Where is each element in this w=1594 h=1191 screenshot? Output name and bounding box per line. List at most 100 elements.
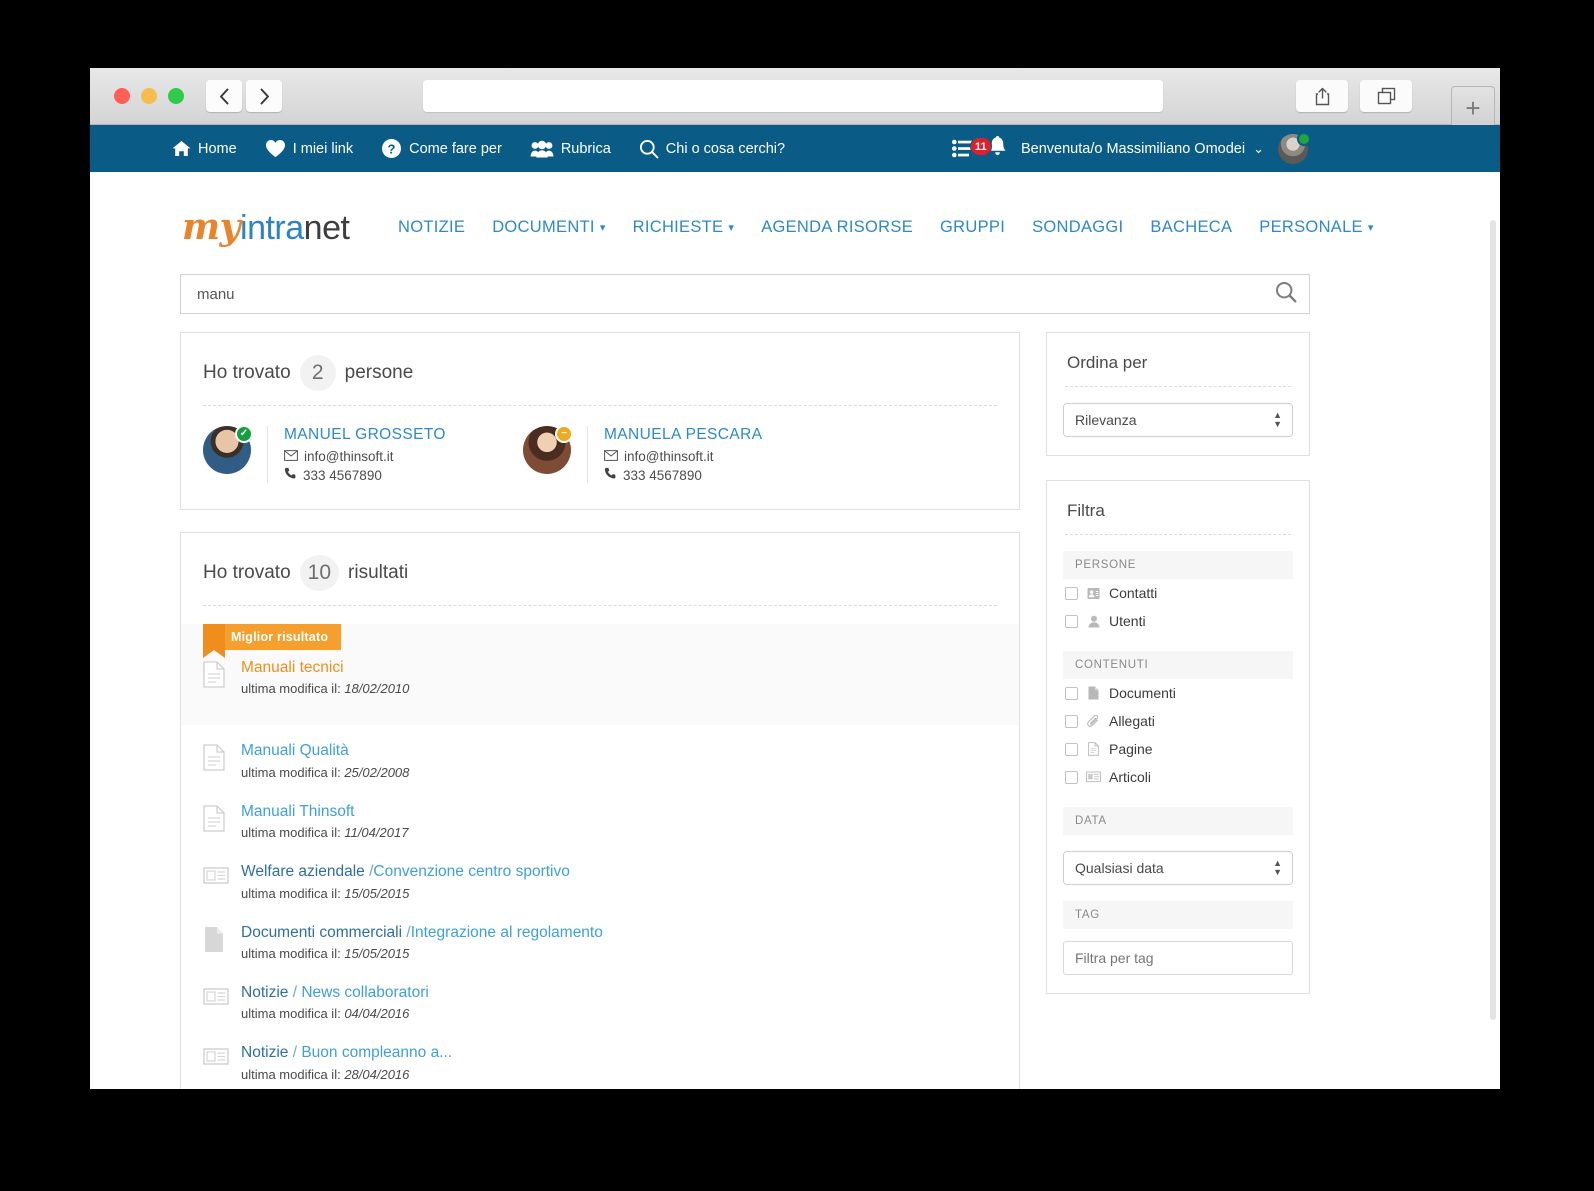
site-logo[interactable]: myintranet	[182, 209, 350, 245]
filter-option-pagine[interactable]: Pagine	[1047, 735, 1309, 763]
person-email-row: info@thinsoft.it	[284, 449, 446, 464]
topnav-item-how-to[interactable]: ? Come fare per	[381, 138, 502, 159]
checkbox[interactable]	[1065, 614, 1078, 628]
nav-item-richieste[interactable]: RICHIESTE ▾	[633, 218, 735, 237]
person-card[interactable]: − MANUELA PESCARA info@thinsoft.it 333 4…	[523, 425, 843, 483]
result-title[interactable]: Notizie / Buon compleanno a...	[241, 1043, 452, 1062]
welcome-text: Benvenuta/o Massimiliano Omodei	[1021, 140, 1246, 157]
sort-card-title: Ordina per	[1067, 353, 1148, 372]
tag-filter-input[interactable]	[1063, 941, 1293, 975]
people-results-card: Ho trovato 2 persone ✓ MANUEL GROSSETO i…	[180, 332, 1020, 510]
minimize-window-button[interactable]	[141, 88, 157, 104]
chevron-left-icon	[219, 88, 228, 104]
filter-option-articoli[interactable]: Articoli	[1047, 763, 1309, 791]
welcome-message[interactable]: Benvenuta/o Massimiliano Omodei ⌄	[1021, 141, 1264, 157]
list-item[interactable]: Documenti commerciali /Integrazione al r…	[181, 912, 1019, 972]
avatar[interactable]	[1278, 131, 1311, 164]
share-icon	[1315, 87, 1329, 105]
nav-item-documenti[interactable]: DOCUMENTI ▾	[492, 218, 605, 237]
show-tabs-button[interactable]	[1360, 80, 1412, 112]
result-title[interactable]: Manuali Qualità	[241, 741, 409, 760]
sort-select[interactable]: Rilevanza	[1063, 403, 1293, 437]
result-title[interactable]: Manuali tecnici	[241, 658, 409, 677]
person-phone[interactable]: 333 4567890	[303, 468, 382, 483]
filter-option-allegati[interactable]: Allegati	[1047, 707, 1309, 735]
content-columns: Ho trovato 2 persone ✓ MANUEL GROSSETO i…	[180, 332, 1500, 1089]
nav-item-notizie[interactable]: NOTIZIE	[398, 218, 465, 237]
result-title[interactable]: Documenti commerciali /Integrazione al r…	[241, 923, 603, 942]
main-navigation: NOTIZIE DOCUMENTI ▾ RICHIESTE ▾ AGENDA RIS…	[398, 218, 1374, 237]
chevron-down-icon: ⌄	[1253, 140, 1264, 156]
search-input[interactable]	[181, 275, 1263, 313]
list-item[interactable]: Manuali Thinsoft ultima modifica il: 11/…	[181, 791, 1019, 851]
nav-item-gruppi[interactable]: GRUPPI	[940, 218, 1005, 237]
forward-button[interactable]	[246, 80, 282, 112]
result-category: Notizie	[241, 1044, 289, 1062]
person-card[interactable]: ✓ MANUEL GROSSETO info@thinsoft.it 333 4…	[203, 425, 523, 483]
list-item[interactable]: Notizie / News collaboratori ultima modi…	[181, 972, 1019, 1032]
checkbox[interactable]	[1065, 714, 1078, 728]
list-icon[interactable]: 11	[952, 137, 992, 158]
list-item[interactable]: Manuali tecnici ultima modifica il: 18/0…	[181, 650, 1019, 707]
maximize-window-button[interactable]	[168, 88, 184, 104]
checkbox[interactable]	[1065, 770, 1078, 784]
topnav-item-rubrica[interactable]: Rubrica	[530, 140, 611, 158]
person-name[interactable]: MANUELA PESCARA	[604, 426, 762, 444]
topnav-item-search[interactable]: Chi o cosa cerchi?	[639, 139, 785, 159]
person-email-row: info@thinsoft.it	[604, 449, 762, 464]
chevron-down-icon: ▾	[1367, 221, 1374, 234]
address-bar[interactable]	[423, 80, 1163, 112]
navigation-buttons	[206, 80, 282, 112]
result-title[interactable]: Welfare aziendale /Convenzione centro sp…	[241, 862, 570, 881]
back-button[interactable]	[206, 80, 242, 112]
result-date: 25/02/2008	[344, 764, 410, 780]
result-meta-label: ultima modifica il:	[241, 825, 341, 841]
result-title-text: Convenzione centro sportivo	[373, 863, 570, 881]
list-item-body: Manuali Thinsoft ultima modifica il: 11/…	[237, 802, 408, 840]
results-list: Miglior risultato Manuali tecnici ultima…	[181, 624, 1019, 1089]
list-item[interactable]: Welfare aziendale /Convenzione centro sp…	[181, 851, 1019, 911]
list-item[interactable]: Notizie / Buon compleanno a... ultima mo…	[181, 1032, 1019, 1089]
filter-option-documenti[interactable]: Documenti	[1047, 679, 1309, 707]
nav-item-bacheca[interactable]: BACHECA	[1150, 218, 1232, 237]
result-date: 28/04/2016	[344, 1066, 410, 1082]
topnav-item-my-links[interactable]: I miei link	[265, 139, 353, 158]
notifications-group: 11	[952, 135, 1007, 162]
nav-item-personale[interactable]: PERSONALE ▾	[1259, 218, 1373, 237]
status-badge: ✓	[235, 425, 253, 443]
share-button[interactable]	[1296, 80, 1348, 112]
person-email[interactable]: info@thinsoft.it	[304, 449, 394, 464]
checkbox[interactable]	[1065, 686, 1078, 700]
filter-option-contatti[interactable]: Contatti	[1047, 579, 1309, 607]
search-icon	[639, 139, 659, 159]
result-meta: ultima modifica il: 04/04/2016	[241, 1006, 429, 1021]
date-select-wrapper: Qualsiasi data ▲ ▼	[1063, 851, 1293, 885]
nav-item-sondaggi[interactable]: SONDAGGI	[1032, 218, 1123, 237]
page-scrollbar[interactable]	[1490, 220, 1496, 1020]
person-phone-row: 333 4567890	[284, 467, 446, 483]
result-title[interactable]: Manuali Thinsoft	[241, 802, 408, 821]
article-icon	[203, 1043, 237, 1072]
topnav-item-home[interactable]: Home	[172, 140, 237, 157]
file-icon	[203, 923, 237, 958]
search-submit-button[interactable]	[1263, 275, 1309, 313]
person-email[interactable]: info@thinsoft.it	[624, 449, 714, 464]
checkbox[interactable]	[1065, 586, 1078, 600]
person-info: MANUELA PESCARA info@thinsoft.it 333 456…	[587, 426, 762, 483]
filter-option-utenti[interactable]: Utenti	[1047, 607, 1309, 635]
checkbox[interactable]	[1065, 742, 1078, 756]
phone-icon	[604, 467, 617, 483]
person-phone[interactable]: 333 4567890	[623, 468, 702, 483]
close-window-button[interactable]	[114, 88, 130, 104]
person-name[interactable]: MANUEL GROSSETO	[284, 426, 446, 444]
people-list: ✓ MANUEL GROSSETO info@thinsoft.it 333 4…	[181, 406, 1019, 509]
result-separator: /	[288, 983, 302, 1001]
results-suffix: persone	[344, 362, 414, 383]
nav-item-agenda-risorse[interactable]: AGENDA RISORSE	[761, 218, 913, 237]
chevron-down-icon: ▾	[599, 221, 606, 234]
document-icon	[203, 741, 237, 776]
list-item[interactable]: Manuali Qualità ultima modifica il: 25/0…	[181, 725, 1019, 790]
result-title[interactable]: Notizie / News collaboratori	[241, 983, 429, 1002]
date-select[interactable]: Qualsiasi data	[1063, 851, 1293, 885]
new-tab-button[interactable]: +	[1451, 86, 1495, 128]
